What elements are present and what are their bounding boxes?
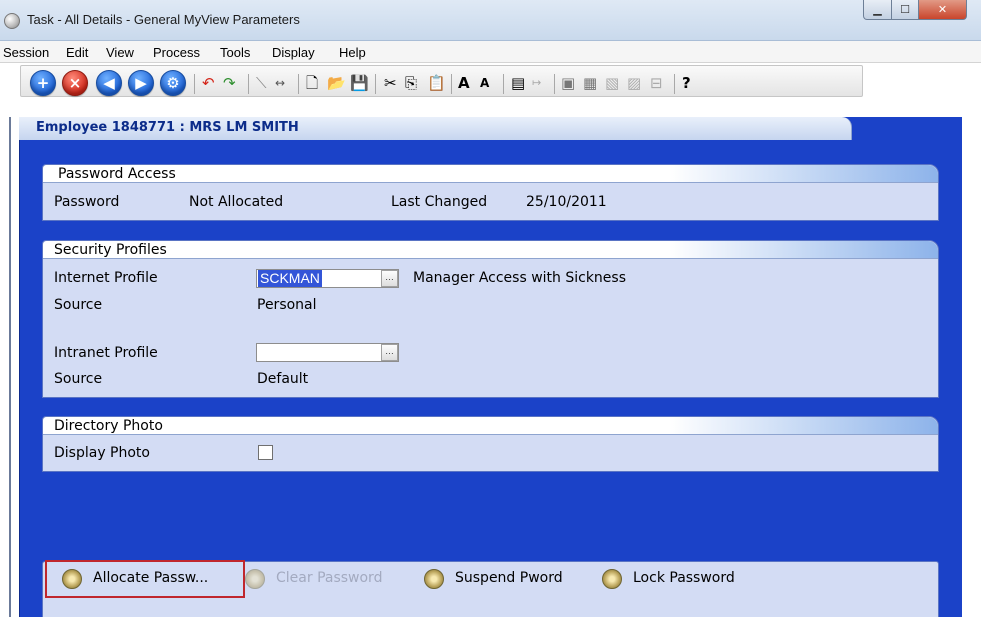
- menu-view[interactable]: View: [106, 45, 134, 60]
- allocate-highlight: [45, 560, 245, 598]
- new-document-icon[interactable]: 🗋: [306, 74, 318, 92]
- menu-bar: Session Edit View Process Tools Display …: [0, 41, 981, 63]
- password-status: Not Allocated: [189, 194, 284, 210]
- paste-icon[interactable]: 📋: [427, 74, 446, 92]
- security-profiles-title: Security Profiles: [54, 242, 167, 258]
- field-icon[interactable]: ↦: [532, 74, 541, 92]
- records-icon[interactable]: ▦: [583, 74, 597, 92]
- window-title-bar: Task - All Details - General MyView Para…: [0, 0, 981, 41]
- menu-display[interactable]: Display: [272, 45, 315, 60]
- last-changed-label: Last Changed: [391, 194, 488, 210]
- print-icon[interactable]: ⊟: [650, 74, 663, 92]
- directory-photo-title: Directory Photo: [54, 418, 163, 434]
- save-icon[interactable]: 💾: [350, 74, 369, 92]
- internet-profile-description: Manager Access with Sickness: [413, 270, 627, 286]
- form-icon[interactable]: ▤: [511, 74, 525, 92]
- employee-header: Employee 1848771 : MRS LM SMITH: [36, 120, 299, 135]
- close-window-button[interactable]: ✕: [918, 0, 967, 20]
- undo-icon[interactable]: ↶: [202, 74, 215, 92]
- employee-tab: Employee 1848771 : MRS LM SMITH: [19, 117, 852, 140]
- maximize-button[interactable]: ☐: [891, 0, 919, 20]
- security-profiles-group: Security Profiles Internet Profile SCKMA…: [42, 240, 939, 398]
- internet-source-label: Source: [54, 297, 103, 313]
- cut-icon[interactable]: ✂: [384, 74, 397, 92]
- window-title: Task - All Details - General MyView Para…: [27, 12, 300, 27]
- toolbar: + × ◀ ▶ ⚙ ↶ ↷ ⟍ ↔ 🗋 📂 💾 ✂ ⎘ 📋 A A ▤ ↦ ▣ …: [0, 63, 981, 117]
- redo-icon[interactable]: ↷: [223, 74, 236, 92]
- menu-edit[interactable]: Edit: [66, 45, 88, 60]
- suspend-password-label: Suspend Pword: [455, 570, 563, 586]
- query-icon[interactable]: ▨: [627, 74, 641, 92]
- display-photo-label: Display Photo: [54, 445, 150, 461]
- add-icon[interactable]: +: [30, 70, 56, 96]
- intranet-source-label: Source: [54, 371, 103, 387]
- directory-photo-group: Directory Photo Display Photo: [42, 416, 939, 472]
- minimize-button[interactable]: ▁: [863, 0, 892, 20]
- lock-password-label: Lock Password: [633, 570, 735, 586]
- display-photo-checkbox[interactable]: [258, 445, 273, 460]
- cancel-icon[interactable]: ×: [62, 70, 88, 96]
- record-icon[interactable]: ▣: [561, 74, 575, 92]
- internet-profile-label: Internet Profile: [54, 270, 158, 286]
- internet-profile-value: SCKMAN: [258, 270, 322, 287]
- internet-profile-lookup-button[interactable]: …: [381, 270, 398, 287]
- menu-process[interactable]: Process: [153, 45, 200, 60]
- intranet-profile-label: Intranet Profile: [54, 345, 158, 361]
- lock-password-icon: [602, 569, 622, 589]
- password-access-title: Password Access: [58, 166, 176, 182]
- clear-password-icon: [245, 569, 265, 589]
- menu-help[interactable]: Help: [339, 45, 366, 60]
- open-folder-icon[interactable]: 📂: [327, 74, 346, 92]
- internet-profile-input[interactable]: SCKMAN …: [256, 269, 399, 288]
- right-border: [962, 117, 981, 617]
- menu-session[interactable]: Session: [3, 45, 49, 60]
- clear-icon[interactable]: ⟍: [256, 74, 267, 92]
- left-border: [0, 117, 19, 617]
- font-increase-icon[interactable]: A: [458, 74, 470, 92]
- password-label: Password: [54, 194, 120, 210]
- intranet-profile-lookup-button[interactable]: …: [381, 344, 398, 361]
- settings-icon[interactable]: ⚙: [160, 70, 186, 96]
- password-access-group: Password Access Password Not Allocated L…: [42, 164, 939, 221]
- intranet-source-value: Default: [257, 371, 309, 387]
- delete-record-icon[interactable]: ▧: [605, 74, 619, 92]
- help-icon[interactable]: ?: [682, 74, 691, 92]
- clear-password-label: Clear Password: [276, 570, 383, 586]
- suspend-password-icon: [424, 569, 444, 589]
- app-icon: [4, 13, 20, 29]
- menu-tools[interactable]: Tools: [220, 45, 250, 60]
- expand-icon[interactable]: ↔: [275, 74, 285, 92]
- next-icon[interactable]: ▶: [128, 70, 154, 96]
- last-changed-date: 25/10/2011: [526, 194, 607, 210]
- intranet-profile-input[interactable]: …: [256, 343, 399, 362]
- copy-icon[interactable]: ⎘: [405, 74, 417, 92]
- previous-icon[interactable]: ◀: [96, 70, 122, 96]
- font-decrease-icon[interactable]: A: [480, 74, 489, 92]
- internet-source-value: Personal: [257, 297, 317, 313]
